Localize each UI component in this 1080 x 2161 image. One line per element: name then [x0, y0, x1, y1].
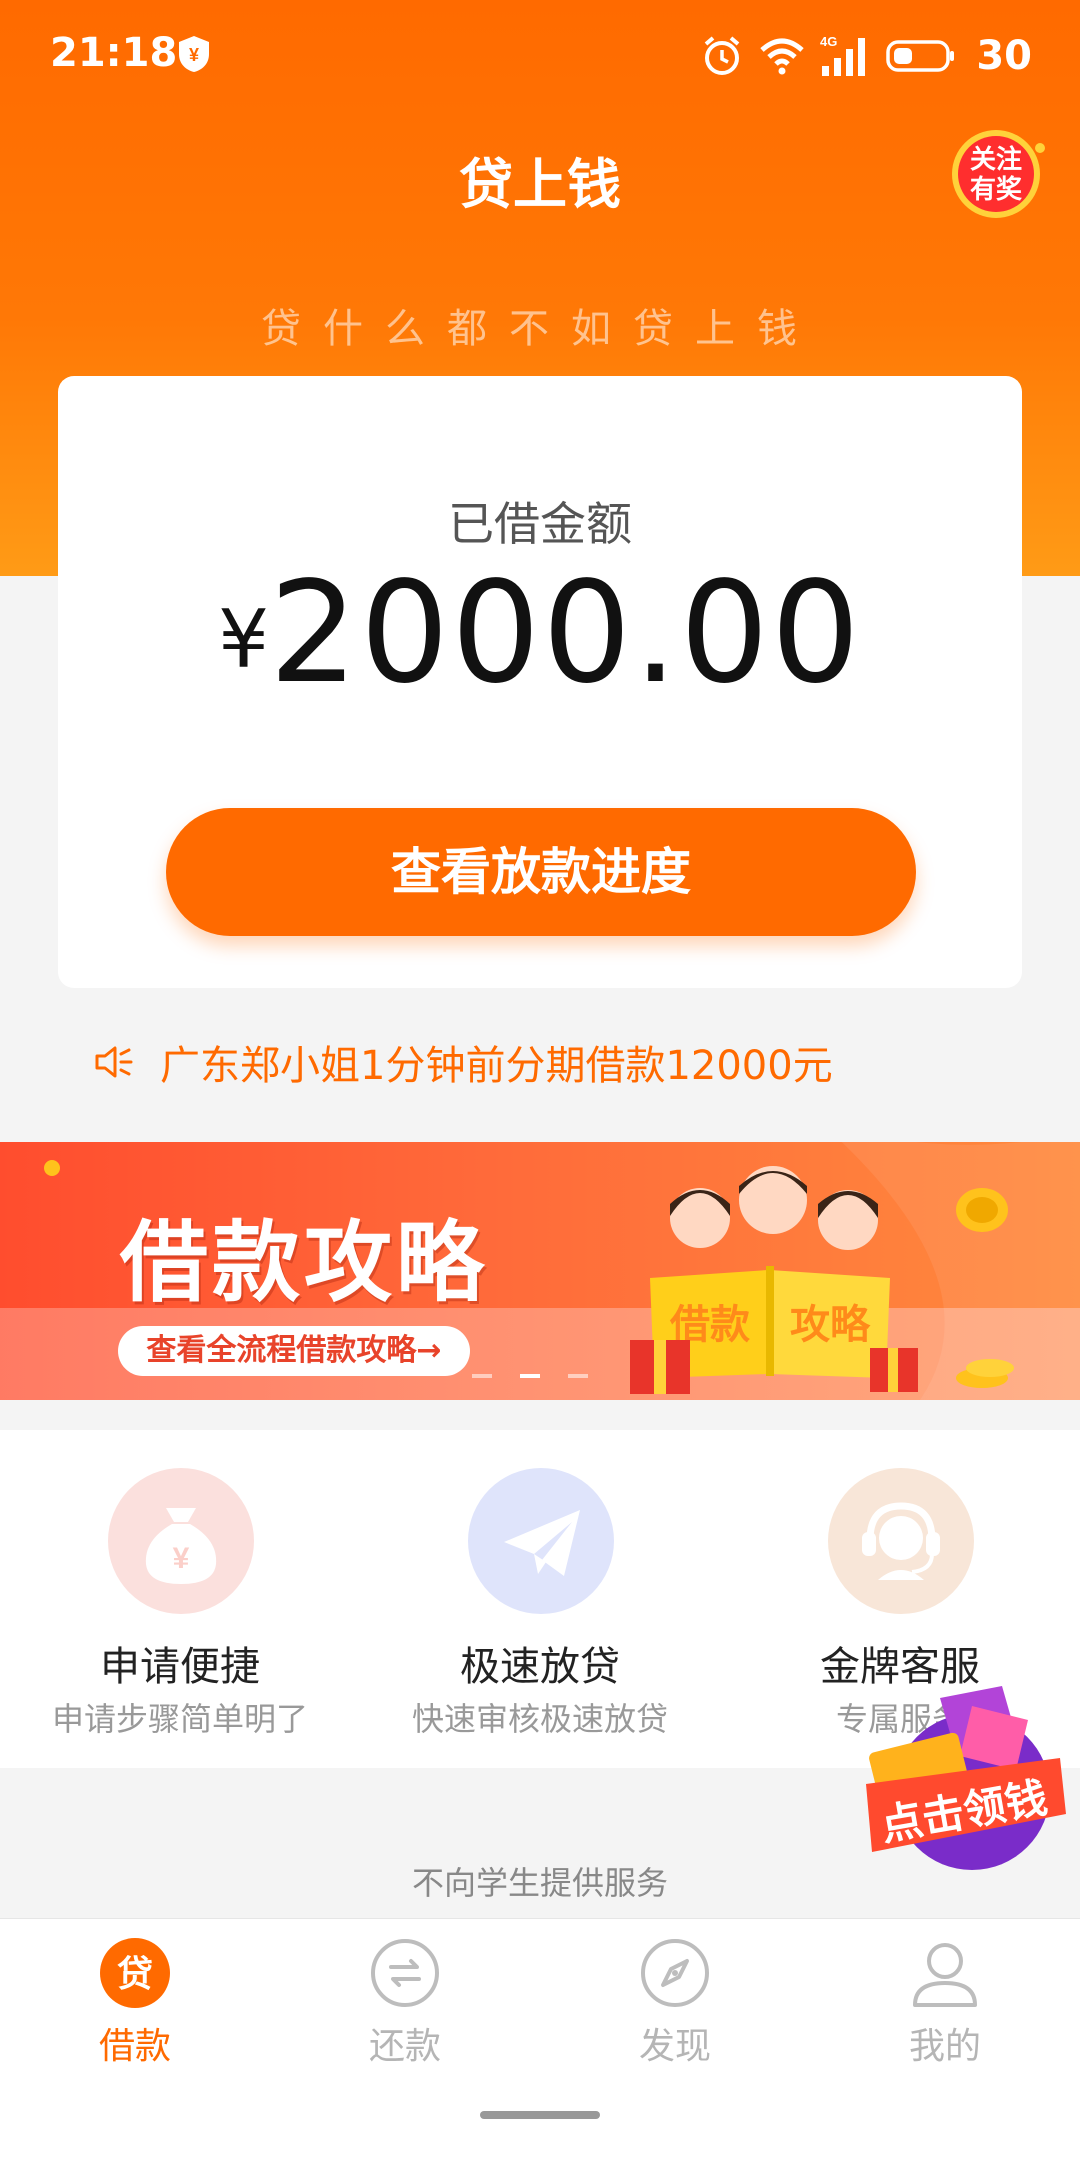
status-icons: 4G 30 — [700, 28, 1032, 84]
notice-bar: 广东郑小姐1分钟前分期借款12000元 — [94, 1032, 833, 1092]
feature-title: 申请便捷 — [100, 1644, 260, 1690]
banner-link[interactable]: 查看全流程借款攻略→ — [118, 1326, 470, 1376]
tab-label: 还款 — [368, 2026, 441, 2067]
battery-icon — [886, 40, 955, 72]
slogan: 贷什么都不如贷上钱 — [261, 306, 819, 352]
money-bag-icon: ¥ — [145, 1508, 217, 1584]
tab-loan[interactable]: 贷 借款 — [0, 1937, 270, 2077]
feature-icon-circle — [828, 1468, 974, 1614]
wifi-icon — [760, 38, 804, 75]
feature-subtitle: 快速审核极速放贷 — [411, 1700, 668, 1738]
svg-text:关注: 关注 — [970, 144, 1022, 175]
loan-amount-label: 已借金额 — [448, 497, 632, 551]
coin-icon — [44, 1160, 60, 1176]
follow-reward-badge[interactable]: 关注 有奖 — [944, 126, 1048, 222]
tab-repay[interactable]: 还款 — [270, 1937, 540, 2077]
feature-fast-loan[interactable]: 极速放贷 快速审核极速放贷 — [360, 1430, 720, 1768]
svg-text:¥: ¥ — [189, 45, 199, 65]
pagination-dot-active — [520, 1374, 540, 1378]
claim-money-float-button[interactable]: 点击领钱 — [852, 1680, 1068, 1880]
repay-icon — [371, 1939, 439, 2007]
shield-icon: ¥ — [179, 36, 209, 72]
network-type-label: 4G — [820, 34, 837, 49]
loan-icon: 贷 — [100, 1938, 170, 2008]
pagination-dot — [568, 1374, 588, 1378]
speaker-icon — [95, 1046, 133, 1078]
user-icon — [913, 1943, 977, 2007]
tab-mine[interactable]: 我的 — [810, 1937, 1080, 2077]
loan-amount: ¥2000.00 — [58, 552, 1022, 715]
reading-people-illustration: 借款 攻略 — [630, 1142, 1080, 1400]
loan-guide-banner[interactable]: 借款攻略 查看全流程借款攻略→ 借款 攻略 — [0, 1142, 1080, 1400]
pagination-dot — [472, 1374, 492, 1378]
compass-icon — [641, 1939, 709, 2007]
tab-label: 发现 — [638, 2026, 711, 2067]
feature-easy-apply[interactable]: ¥ 申请便捷 申请步骤简单明了 — [0, 1430, 360, 1768]
svg-text:有奖: 有奖 — [970, 174, 1023, 205]
tab-discover[interactable]: 发现 — [540, 1937, 810, 2077]
banner-title: 借款攻略 — [120, 1211, 489, 1314]
footer-note: 不向学生提供服务 — [411, 1864, 668, 1902]
tab-bar: 贷 借款 还款 发现 我的 — [0, 1918, 1080, 2161]
notice-text: 广东郑小姐1分钟前分期借款12000元 — [160, 1043, 833, 1089]
status-time: 21:18 — [50, 30, 178, 76]
currency-symbol: ¥ — [218, 593, 269, 686]
home-indicator[interactable] — [480, 2111, 600, 2119]
book-right-label: 攻略 — [790, 1302, 871, 1348]
headset-icon — [862, 1502, 940, 1580]
loan-card: 已借金额 ¥2000.00 查看放款进度 — [58, 376, 1022, 988]
feature-title: 极速放贷 — [460, 1644, 620, 1690]
tab-label: 我的 — [908, 2026, 981, 2067]
alarm-icon — [705, 36, 740, 75]
amount-value: 2000.00 — [268, 552, 862, 715]
battery-level: 30 — [976, 33, 1032, 79]
feature-icon-circle — [468, 1468, 614, 1614]
svg-text:¥: ¥ — [173, 1542, 190, 1575]
tab-label: 借款 — [98, 2026, 171, 2067]
page-title: 贷上钱 — [459, 153, 621, 216]
feature-subtitle: 申请步骤简单明了 — [51, 1700, 308, 1738]
feature-icon-circle: ¥ — [108, 1468, 254, 1614]
status-bar: 21:18 ¥ 4G 30 — [0, 0, 1080, 112]
banner-pagination — [472, 1374, 588, 1378]
signal-icon: 4G — [820, 34, 866, 76]
svg-text:贷: 贷 — [117, 1954, 153, 1995]
view-progress-button[interactable]: 查看放款进度 — [166, 808, 916, 936]
paper-plane-icon — [504, 1510, 580, 1576]
